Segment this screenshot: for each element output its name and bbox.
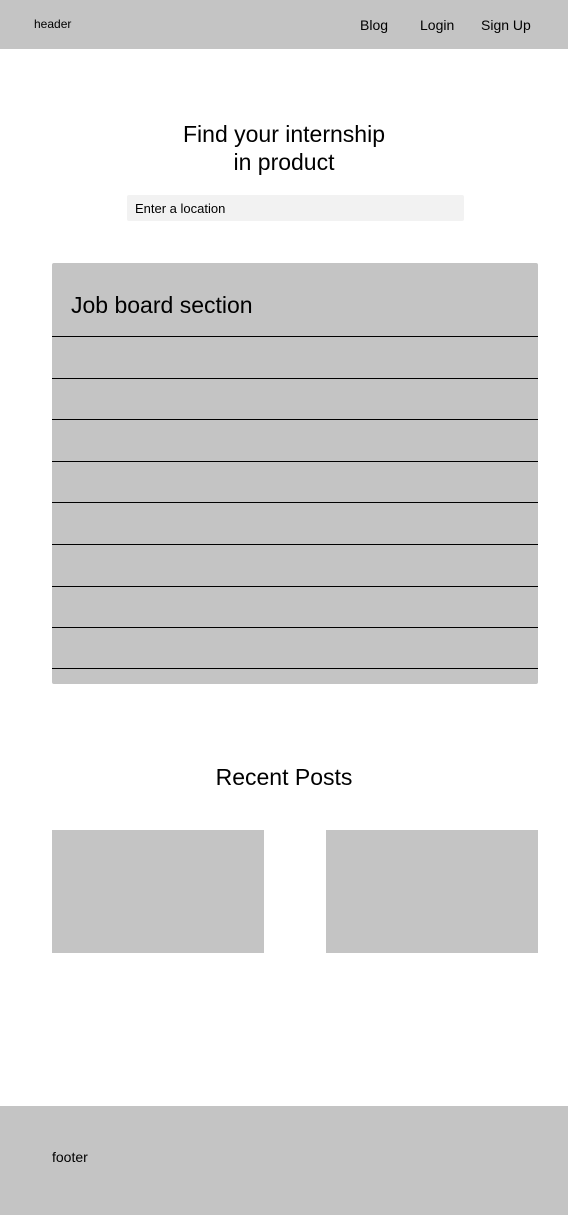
footer-label: footer bbox=[52, 1149, 88, 1165]
job-list bbox=[52, 336, 538, 669]
hero-title: Find your internship in product bbox=[0, 120, 568, 176]
nav-link-login[interactable]: Login bbox=[420, 17, 454, 33]
job-row[interactable] bbox=[52, 543, 538, 586]
job-row[interactable] bbox=[52, 585, 538, 628]
nav-link-blog[interactable]: Blog bbox=[360, 17, 388, 33]
header-label: header bbox=[34, 17, 72, 31]
recent-posts-title: Recent Posts bbox=[215, 764, 353, 790]
job-row[interactable] bbox=[52, 419, 538, 461]
hero-title-line-2: in product bbox=[233, 149, 335, 175]
job-row[interactable] bbox=[52, 627, 538, 669]
recent-post-card[interactable] bbox=[326, 830, 538, 953]
nav-link-sign-up[interactable]: Sign Up bbox=[481, 17, 531, 33]
job-row[interactable] bbox=[52, 460, 538, 503]
job-row[interactable] bbox=[52, 377, 538, 420]
location-input[interactable] bbox=[127, 195, 464, 221]
site-footer: footer bbox=[0, 1106, 568, 1215]
job-row[interactable] bbox=[52, 336, 538, 378]
job-row[interactable] bbox=[52, 502, 538, 544]
job-board-title: Job board section bbox=[71, 292, 253, 318]
job-board-section: Job board section bbox=[52, 263, 538, 684]
recent-post-card[interactable] bbox=[52, 830, 264, 953]
site-header: header Blog Login Sign Up bbox=[0, 0, 568, 49]
hero-title-line-1: Find your internship bbox=[183, 121, 385, 147]
